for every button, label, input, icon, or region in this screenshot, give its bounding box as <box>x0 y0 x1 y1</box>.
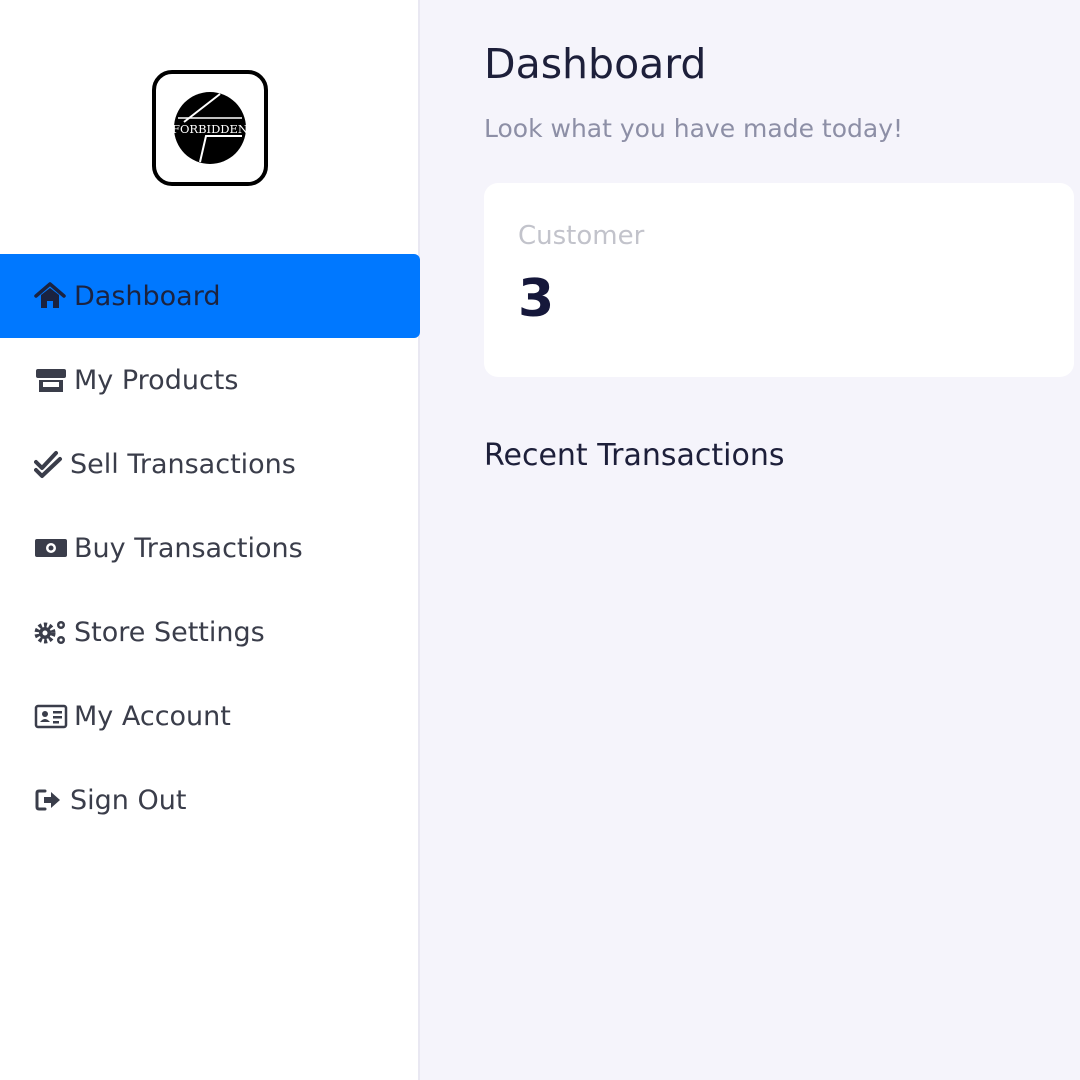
id-card-icon <box>34 701 68 731</box>
sidebar: FORBIDDEN Dashboard My Products Sell Tra… <box>0 0 420 1080</box>
sign-out-icon <box>34 785 64 815</box>
forbidden-logo-icon: FORBIDDEN <box>172 92 248 164</box>
logo-text: FORBIDDEN <box>172 122 248 136</box>
sidebar-item-label: My Account <box>74 700 231 732</box>
page-subtitle: Look what you have made today! <box>484 114 904 143</box>
customer-stat-card: Customer 3 <box>484 183 1074 377</box>
stat-label: Customer <box>518 221 645 251</box>
sidebar-item-label: Buy Transactions <box>74 532 303 564</box>
sidebar-item-my-products[interactable]: My Products <box>0 338 420 422</box>
money-bill-icon <box>34 533 68 563</box>
store-icon <box>34 365 68 395</box>
sidebar-item-buy-transactions[interactable]: Buy Transactions <box>0 506 420 590</box>
double-check-icon <box>34 449 64 479</box>
sidebar-item-label: Store Settings <box>74 616 265 648</box>
home-icon <box>34 281 68 311</box>
recent-transactions-title: Recent Transactions <box>484 438 785 473</box>
sidebar-item-my-account[interactable]: My Account <box>0 674 420 758</box>
sidebar-item-dashboard[interactable]: Dashboard <box>0 254 420 338</box>
sidebar-item-label: Dashboard <box>74 280 221 312</box>
store-logo[interactable]: FORBIDDEN <box>152 70 268 186</box>
gears-icon <box>34 617 68 647</box>
sidebar-item-label: Sell Transactions <box>70 448 296 480</box>
main-content: Dashboard Look what you have made today!… <box>422 0 1080 1080</box>
sidebar-item-store-settings[interactable]: Store Settings <box>0 590 420 674</box>
sidebar-item-label: Sign Out <box>70 784 187 816</box>
stat-value: 3 <box>518 269 555 329</box>
sidebar-item-sign-out[interactable]: Sign Out <box>0 758 420 842</box>
page-title: Dashboard <box>484 40 707 88</box>
sidebar-item-label: My Products <box>74 364 239 396</box>
app-root: FORBIDDEN Dashboard My Products Sell Tra… <box>0 0 1080 1080</box>
sidebar-item-sell-transactions[interactable]: Sell Transactions <box>0 422 420 506</box>
